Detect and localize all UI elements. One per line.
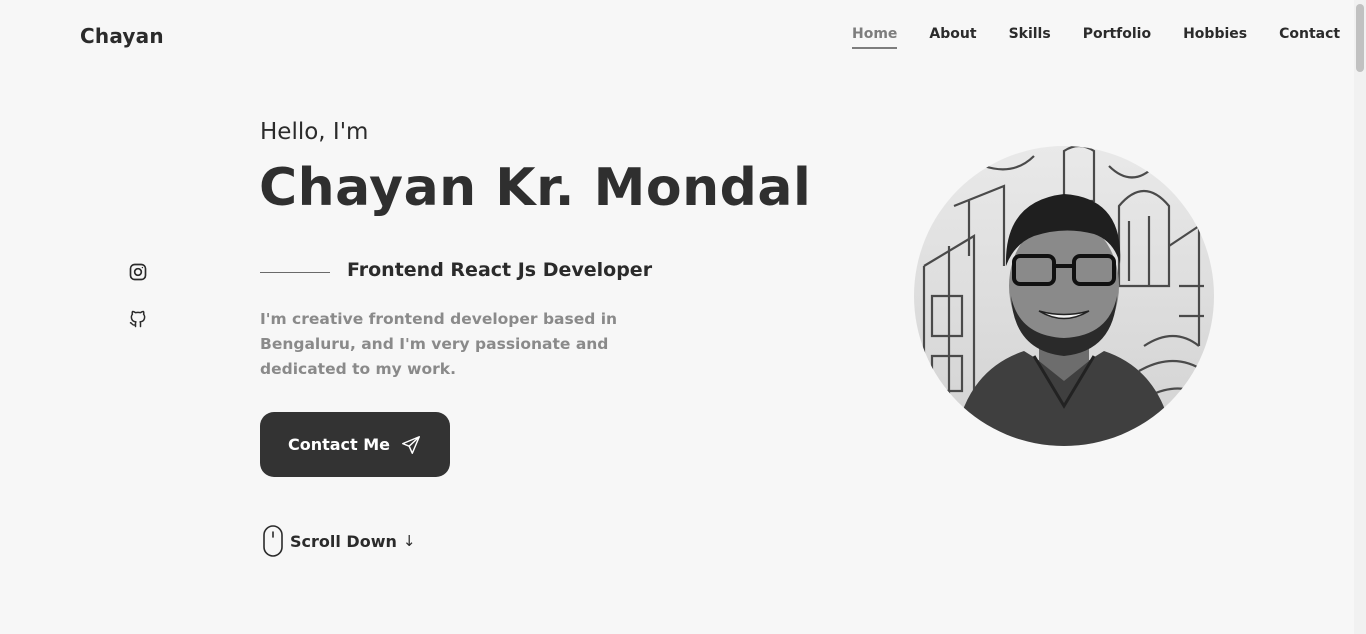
role-divider	[260, 272, 330, 273]
scroll-down-label: Scroll Down	[290, 531, 397, 551]
page: Chayan Home About Skills Portfolio Hobbi…	[0, 0, 1366, 634]
hero-role: Frontend React Js Developer	[347, 259, 653, 281]
github-icon[interactable]	[128, 309, 148, 329]
social-links	[128, 262, 148, 356]
nav-hobbies[interactable]: Hobbies	[1183, 26, 1247, 49]
profile-photo	[914, 146, 1214, 446]
nav-portfolio[interactable]: Portfolio	[1083, 26, 1151, 49]
nav-home[interactable]: Home	[852, 26, 898, 49]
mouse-icon	[263, 525, 283, 557]
greeting: Hello, I'm	[260, 119, 369, 145]
nav-about[interactable]: About	[929, 26, 976, 49]
page-scrollbar[interactable]	[1354, 0, 1366, 634]
scrollbar-thumb[interactable]	[1356, 4, 1364, 72]
contact-me-label: Contact Me	[287, 435, 391, 454]
hero-description: I'm creative frontend developer based in…	[260, 310, 618, 378]
nav-contact[interactable]: Contact	[1279, 26, 1340, 49]
arrow-down-icon: ↓	[402, 532, 416, 550]
contact-me-button[interactable]: Contact Me	[260, 412, 450, 477]
instagram-icon[interactable]	[128, 262, 148, 282]
main-nav: Home About Skills Portfolio Hobbies Cont…	[852, 26, 1340, 49]
send-icon	[400, 434, 422, 456]
hero-name: Chayan Kr. Mondal	[259, 158, 812, 218]
site-logo[interactable]: Chayan	[80, 24, 164, 48]
nav-skills[interactable]: Skills	[1009, 26, 1051, 49]
scroll-down-link[interactable]: Scroll Down ↓	[263, 525, 415, 557]
